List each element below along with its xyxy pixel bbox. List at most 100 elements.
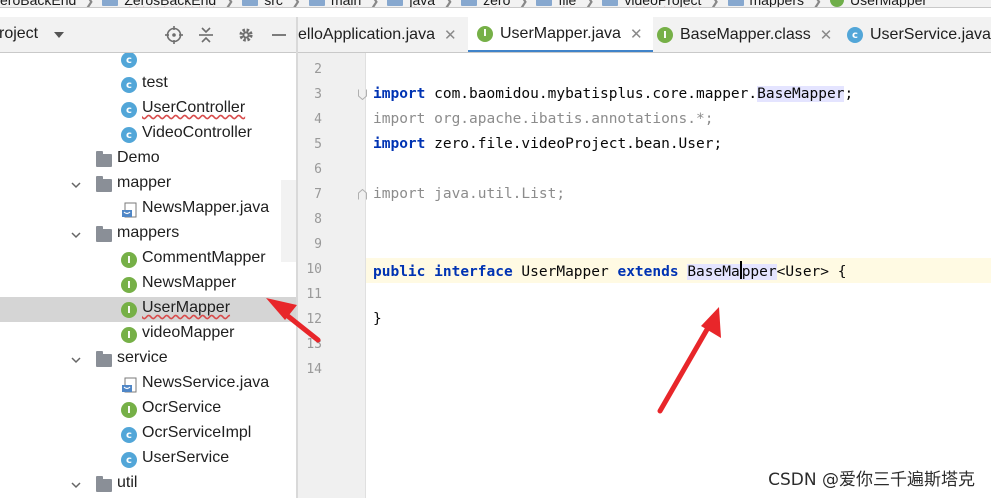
- project-panel-title[interactable]: roject: [0, 25, 38, 43]
- tree-item[interactable]: service: [0, 347, 297, 372]
- folder-icon: [461, 0, 478, 6]
- editor-tab-label: UserService.java: [870, 26, 991, 43]
- tree-item[interactable]: NewsService.java: [0, 372, 297, 397]
- breadcrumb-item[interactable]: main: [308, 0, 362, 8]
- breadcrumb-label: zero: [483, 0, 511, 8]
- breadcrumb-label: videoProject: [624, 0, 702, 8]
- tree-item[interactable]: mappers: [0, 222, 297, 247]
- tree-item[interactable]: mapper: [0, 172, 297, 197]
- interface-icon: I: [121, 302, 137, 318]
- line-number: 4: [314, 112, 322, 127]
- breadcrumb-item[interactable]: mappers: [727, 0, 804, 8]
- folder-icon: [102, 0, 119, 6]
- chevron-down-icon[interactable]: [71, 355, 81, 365]
- tree-item-label: NewsMapper: [142, 274, 237, 291]
- tree-item-label: NewsService.java: [142, 374, 270, 391]
- breadcrumb-separator-icon: ❯: [443, 0, 454, 8]
- editor-tab[interactable]: I BaseMapper.class ✕: [648, 17, 842, 52]
- project-tree[interactable]: c c test c UserController c VideoController Dem…: [0, 53, 297, 498]
- class-icon: c: [121, 452, 137, 468]
- tree-scrollbar[interactable]: [281, 180, 296, 262]
- class-icon: c: [121, 53, 137, 68]
- tree-item[interactable]: I NewsMapper: [0, 272, 297, 297]
- folder-icon: [387, 0, 404, 6]
- code-line-7: import java.util.List;: [373, 186, 566, 202]
- folder-icon: [308, 0, 325, 6]
- tree-item-label: OcrService: [142, 399, 222, 416]
- tree-item[interactable]: I OcrService: [0, 397, 297, 422]
- tree-item[interactable]: c: [0, 53, 297, 72]
- breadcrumb-item[interactable]: java: [387, 0, 435, 7]
- close-tab-icon[interactable]: ✕: [444, 26, 457, 44]
- chevron-down-icon[interactable]: [71, 480, 81, 490]
- editor-tab[interactable]: I UserMapper.java ✕: [468, 17, 653, 52]
- tree-item-label: Demo: [117, 149, 160, 166]
- breadcrumb-item[interactable]: eroBackEnd: [0, 0, 76, 7]
- breadcrumb-item[interactable]: videoProject: [602, 0, 702, 8]
- line-number: 12: [306, 312, 322, 327]
- breadcrumb-item[interactable]: UserMapper: [830, 0, 928, 8]
- minimize-icon[interactable]: [270, 26, 288, 44]
- breadcrumb-label: file: [558, 0, 577, 8]
- class-icon: c: [121, 427, 137, 443]
- interface-icon: I: [121, 252, 137, 268]
- java-file-icon: [121, 202, 137, 218]
- breadcrumb-separator-icon: ❯: [369, 0, 380, 8]
- breadcrumb-item[interactable]: zero: [461, 0, 511, 8]
- tree-item-label: UserController: [142, 99, 246, 116]
- class-icon: c: [121, 127, 137, 143]
- line-number: 6: [314, 162, 322, 177]
- line-number: 8: [314, 212, 322, 227]
- line-number: 7: [314, 187, 322, 202]
- breadcrumb-item[interactable]: src: [242, 0, 283, 7]
- tree-item[interactable]: NewsMapper.java: [0, 197, 297, 222]
- breadcrumb-item[interactable]: file: [536, 0, 577, 8]
- tree-item-label: UserMapper: [142, 299, 231, 316]
- breadcrumb-label: mappers: [749, 0, 804, 8]
- interface-icon: I: [121, 402, 137, 418]
- tree-item[interactable]: c OcrServiceImpl: [0, 422, 297, 447]
- tree-item-label: util: [117, 474, 138, 491]
- tree-item[interactable]: c UserService: [0, 447, 297, 472]
- editor-tab[interactable]: c UserService.java: [838, 17, 991, 52]
- watermark: CSDN @爱你三千遍斯塔克: [768, 470, 975, 490]
- interface-icon: [830, 0, 845, 7]
- breadcrumb-separator-icon: ❯: [811, 0, 823, 8]
- folder-icon: [602, 0, 619, 6]
- close-tab-icon[interactable]: ✕: [820, 26, 833, 44]
- tree-item[interactable]: IvideoMapper: [0, 322, 297, 347]
- breadcrumb-separator-icon: ❯: [584, 0, 595, 8]
- chevron-down-icon[interactable]: [71, 230, 81, 240]
- interface-icon: I: [121, 277, 137, 293]
- tree-item[interactable]: c test: [0, 72, 297, 97]
- chevron-down-icon[interactable]: [71, 180, 81, 190]
- code-editor[interactable]: import com.baomidou.mybatisplus.core.map…: [366, 53, 991, 498]
- interface-icon: I: [477, 25, 493, 42]
- basemapper-reference[interactable]: BaseMa pper: [687, 261, 777, 280]
- crosshair-icon[interactable]: [165, 26, 183, 44]
- breadcrumb-item[interactable]: ZerosBackEnd: [102, 0, 216, 7]
- tree-item[interactable]: I CommentMapper: [0, 247, 297, 272]
- breadcrumb-label: main: [330, 0, 362, 8]
- tree-item[interactable]: I UserMapper: [0, 297, 297, 322]
- tree-item-label: test: [142, 74, 168, 91]
- code-line-12: }: [373, 311, 382, 327]
- gear-icon[interactable]: [237, 26, 255, 44]
- tree-item-label: NewsMapper.java: [142, 199, 270, 216]
- folder-icon: [96, 226, 112, 242]
- tree-item[interactable]: c UserController: [0, 97, 297, 122]
- folder-icon: [96, 151, 112, 167]
- editor-tab-label: BaseMapper.class: [680, 26, 811, 43]
- line-number: 3: [314, 87, 322, 102]
- close-tab-icon[interactable]: ✕: [630, 25, 643, 43]
- class-icon: c: [847, 27, 863, 43]
- breadcrumb-label: UserMapper: [850, 0, 928, 8]
- collapse-all-icon[interactable]: [197, 26, 215, 44]
- tree-item[interactable]: util: [0, 472, 297, 497]
- tree-item[interactable]: c VideoController: [0, 122, 297, 147]
- line-number: 2: [314, 62, 322, 77]
- view-mode-dropdown-icon[interactable]: [54, 32, 64, 38]
- tree-item[interactable]: Demo: [0, 147, 297, 172]
- editor-tab[interactable]: elloApplication.java ✕: [298, 17, 467, 52]
- tree-item-label: videoMapper: [142, 324, 235, 341]
